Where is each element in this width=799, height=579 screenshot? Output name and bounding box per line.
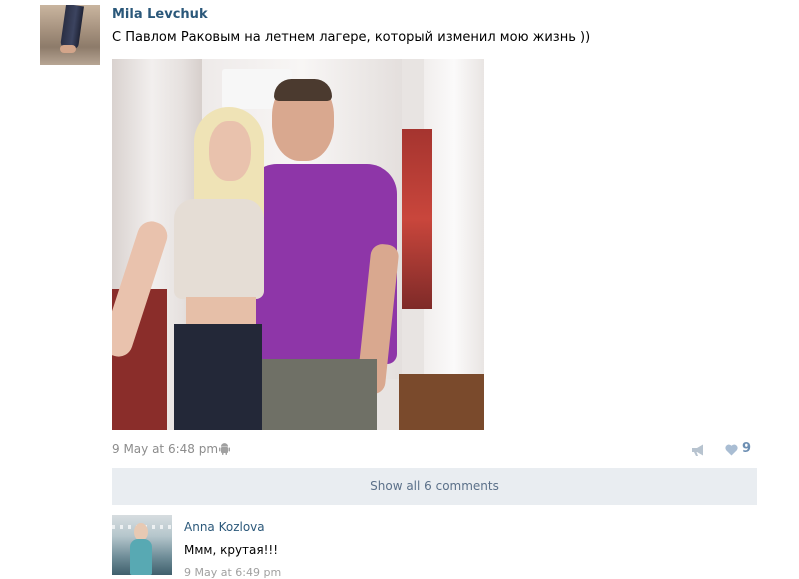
photo-table	[399, 374, 484, 430]
photo-woman-top	[174, 199, 264, 299]
post-photo[interactable]	[112, 59, 484, 430]
comment-author-link[interactable]: Anna Kozlova	[184, 520, 265, 534]
heart-icon	[725, 444, 738, 456]
post-timestamp[interactable]: 9 May at 6:48 pm	[112, 442, 218, 456]
comment-avatar[interactable]	[112, 515, 172, 575]
photo-woman-face	[209, 121, 251, 181]
share-icon[interactable]	[691, 444, 706, 456]
comment-text: Ммм, крутая!!!	[184, 543, 279, 557]
author-avatar[interactable]	[40, 5, 100, 65]
like-count: 9	[742, 441, 752, 456]
photo-curtain-right	[424, 59, 484, 379]
photo-man-hair	[274, 79, 332, 101]
post-text: С Павлом Раковым на летнем лагере, котор…	[112, 30, 591, 45]
avatar-figure-dress	[130, 539, 152, 575]
post-author-link[interactable]: Mila Levchuk	[112, 7, 208, 22]
photo-background-right	[402, 129, 432, 309]
show-all-comments-button[interactable]: Show all 6 comments	[112, 468, 757, 505]
avatar-foot	[60, 45, 76, 53]
photo-woman-pants	[174, 324, 262, 430]
photo-woman-belly	[186, 297, 256, 327]
comment-timestamp[interactable]: 9 May at 6:49 pm	[184, 566, 281, 579]
android-icon	[219, 443, 230, 455]
post-meta-row: 9 May at 6:48 pm 9	[112, 441, 757, 459]
avatar-figure	[60, 5, 84, 51]
photo-man-pants	[252, 359, 377, 430]
